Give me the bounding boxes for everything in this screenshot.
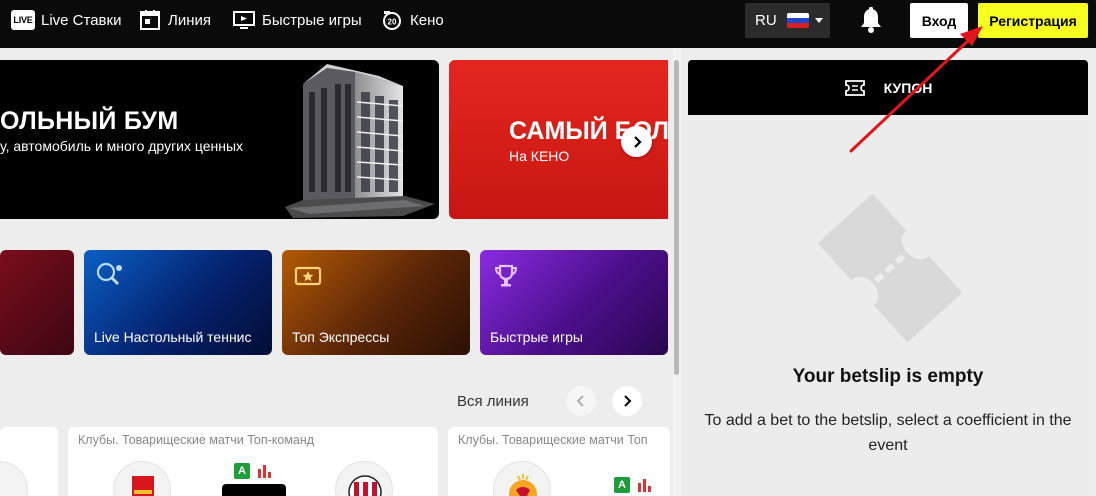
scrollbar-thumb[interactable] [674, 60, 679, 375]
next-button[interactable] [612, 386, 642, 416]
nav-live-bets[interactable]: LIVE Live Ставки [11, 0, 121, 40]
match-card-2[interactable]: Клубы. Товарищеские матчи Топ A [448, 427, 670, 496]
nav-line[interactable]: Линия [138, 0, 211, 40]
nav-quick-games[interactable]: Быстрые игры [232, 0, 362, 40]
chevron-right-icon [624, 395, 632, 407]
ticket-star-icon [294, 266, 322, 286]
nav-line-label: Линия [168, 11, 212, 29]
tile-quick-games[interactable]: Быстрые игры [480, 250, 668, 355]
score-box [222, 484, 286, 496]
empty-ticket-icon [817, 193, 963, 343]
match-card[interactable]: Клубы. Товарищеские матчи Топ-команд A [68, 427, 438, 496]
promo-banner-main[interactable]: ОЛЬНЫЙ БУМ у, автомобиль и много других … [0, 60, 439, 219]
analytics-icon: A [234, 463, 250, 479]
chevron-right-icon [633, 135, 642, 148]
nav-keno[interactable]: 20 Кено [380, 0, 444, 40]
match-card-caption: Клубы. Товарищеские матчи Топ [458, 433, 648, 447]
team-logo [0, 461, 28, 496]
monitor-icon [232, 8, 256, 32]
prev-button[interactable] [566, 386, 596, 416]
login-button[interactable]: Вход [910, 3, 968, 38]
trophy-icon [494, 264, 518, 287]
calendar-icon [138, 8, 162, 32]
russia-flag-icon [786, 13, 809, 28]
top-bar: LIVE Live Ставки Линия Быстрые игры 20 К… [0, 0, 1096, 48]
building-image [285, 64, 435, 218]
tile-live-table-tennis[interactable]: Live Настольный теннис [84, 250, 272, 355]
banner-keno-subtitle: На КЕНО [509, 148, 570, 164]
banner-title: ОЛЬНЫЙ БУМ [0, 107, 179, 135]
register-button[interactable]: Регистрация [978, 3, 1088, 38]
nav-quick-games-label: Быстрые игры [262, 11, 362, 29]
match-card-caption: Клубы. Товарищеские матчи Топ-команд [78, 433, 315, 447]
bell-icon[interactable] [858, 6, 884, 34]
empty-betslip-text: To add a bet to the betslip, select a co… [704, 412, 1072, 454]
tile-live-table-tennis-label: Live Настольный теннис [94, 329, 252, 345]
analytics-icon: A [614, 477, 630, 493]
live-icon: LIVE [11, 8, 35, 32]
banner-subtitle: у, автомобиль и много других ценных [0, 138, 244, 154]
galatasaray-logo-icon [493, 461, 551, 496]
stats-icon [638, 479, 651, 492]
tile-top-express-label: Топ Экспрессы [292, 329, 390, 345]
ping-pong-icon [96, 262, 122, 286]
arsenal-logo-icon [113, 461, 171, 496]
chevron-left-icon [576, 395, 584, 407]
match-card-partial[interactable] [0, 427, 58, 496]
milan-logo-icon [335, 461, 393, 496]
all-line-link[interactable]: Вся линия [457, 393, 529, 410]
nav-live-label: Live Ставки [41, 11, 122, 29]
coupon-title: КУПОН [883, 79, 933, 96]
scrollbar[interactable] [673, 48, 681, 496]
keno-icon: 20 [380, 8, 404, 32]
tile-top-express[interactable]: Топ Экспрессы [282, 250, 470, 355]
stats-icon [258, 465, 271, 478]
banner-next-button[interactable] [621, 126, 652, 157]
chevron-down-icon [814, 18, 823, 23]
coupon-icon [844, 79, 865, 96]
language-selector[interactable]: RU [745, 3, 830, 38]
tile-partial[interactable] [0, 250, 74, 355]
svg-text:20: 20 [388, 18, 397, 27]
language-code: RU [755, 12, 777, 29]
nav-keno-label: Кено [410, 11, 444, 29]
coupon-panel: КУПОН Your betslip is empty To add a bet… [688, 60, 1088, 496]
coupon-header: КУПОН [688, 60, 1088, 115]
empty-betslip-title: Your betslip is empty [792, 366, 984, 387]
tile-quick-games-label: Быстрые игры [490, 329, 583, 345]
